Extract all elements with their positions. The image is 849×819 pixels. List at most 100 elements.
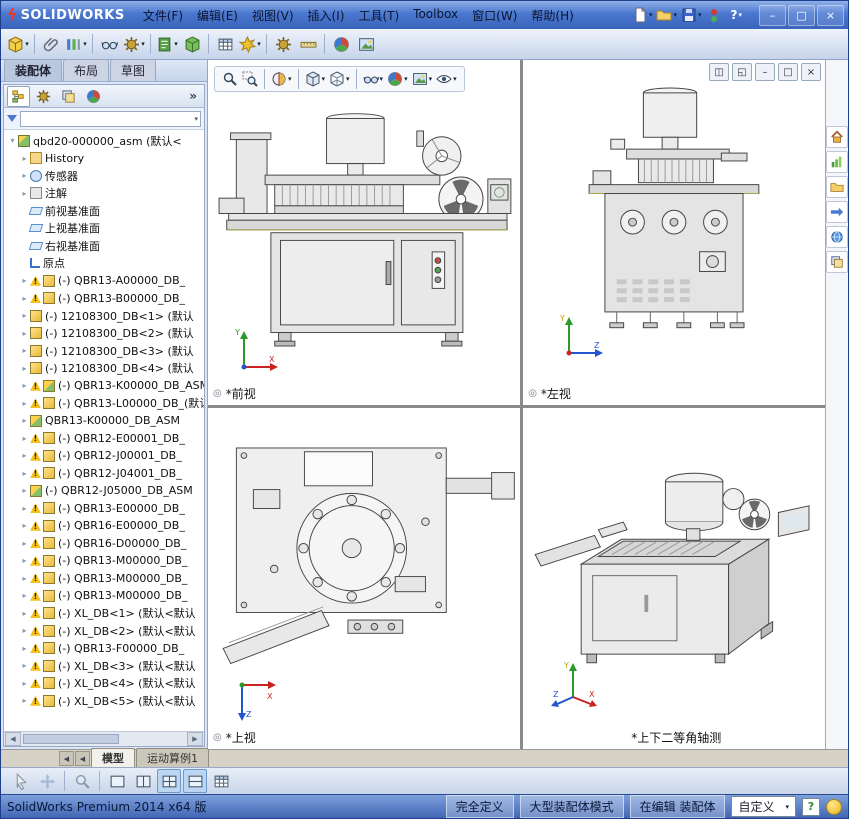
dropdown-caret-icon[interactable]: ▾ bbox=[649, 11, 653, 19]
dropdown-caret-icon[interactable]: ▾ bbox=[346, 75, 350, 83]
minimize-doc-button[interactable]: – bbox=[755, 63, 775, 81]
design-library-icon[interactable] bbox=[826, 151, 848, 173]
hide-show-items-icon[interactable]: ▾ bbox=[362, 70, 385, 88]
file-explorer-icon[interactable] bbox=[826, 176, 848, 198]
expand-arrow-icon[interactable]: ▸ bbox=[19, 154, 30, 163]
dropdown-caret-icon[interactable]: ▾ bbox=[25, 40, 29, 48]
featuremanager-tab-icon[interactable] bbox=[7, 86, 30, 107]
expand-arrow-icon[interactable]: ▸ bbox=[19, 696, 30, 705]
expand-arrow-icon[interactable]: ▸ bbox=[19, 451, 30, 460]
tree-item[interactable]: ▸(-) 12108300_DB<2> (默认 bbox=[4, 325, 204, 343]
custom-properties-icon[interactable] bbox=[826, 251, 848, 273]
configurationmanager-tab-icon[interactable] bbox=[57, 86, 80, 107]
dropdown-caret-icon[interactable]: ▾ bbox=[738, 11, 742, 19]
display-style-icon[interactable]: ▾ bbox=[328, 70, 351, 88]
tab-motion-study[interactable]: 运动算例1 bbox=[136, 748, 209, 767]
menu-window[interactable]: 窗口(W) bbox=[465, 4, 524, 27]
expand-arrow-icon[interactable]: ▸ bbox=[19, 556, 30, 565]
connection-status-icon[interactable] bbox=[704, 4, 724, 26]
tab-assembly[interactable]: 装配体 bbox=[4, 59, 62, 81]
dropdown-caret-icon[interactable]: ▾ bbox=[83, 40, 87, 48]
viewport-selector2-icon[interactable]: ◱ bbox=[732, 63, 752, 81]
expand-arrow-icon[interactable]: ▸ bbox=[19, 486, 30, 495]
link-viewports-icon[interactable] bbox=[183, 769, 207, 793]
expand-arrow-icon[interactable]: ▸ bbox=[19, 381, 30, 390]
expand-arrow-icon[interactable]: ▸ bbox=[19, 294, 30, 303]
expand-arrow-icon[interactable]: ▸ bbox=[19, 609, 30, 618]
tree-item[interactable]: ▸!(-) QBR13-A00000_DB_ bbox=[4, 272, 204, 290]
tree-item[interactable]: ▸传感器 bbox=[4, 167, 204, 185]
tree-item[interactable]: ▸!(-) QBR13-M00000_DB_ bbox=[4, 587, 204, 605]
tree-item[interactable]: ▸!(-) XL_DB<3> (默认<默认 bbox=[4, 657, 204, 675]
full-screen-icon[interactable] bbox=[209, 769, 233, 793]
tree-item[interactable]: ▸QBR13-K00000_DB_ASM bbox=[4, 412, 204, 430]
expand-arrow-icon[interactable]: ▸ bbox=[19, 189, 30, 198]
section-view-icon[interactable]: ▾ bbox=[270, 70, 293, 88]
exploded-view-icon[interactable]: ▾ bbox=[238, 32, 262, 56]
tree-item[interactable]: ▸!(-) QBR16-D00000_DB_ bbox=[4, 535, 204, 553]
tree-horizontal-scrollbar[interactable]: ◀ ▶ bbox=[4, 731, 204, 746]
zoom-fit-icon[interactable] bbox=[221, 70, 239, 88]
reference-geometry-icon[interactable]: ▾ bbox=[155, 32, 179, 56]
view-palette-icon[interactable] bbox=[826, 201, 848, 223]
menu-file[interactable]: 文件(F) bbox=[136, 4, 190, 27]
menu-help[interactable]: 帮助(H) bbox=[524, 4, 580, 27]
tree-item[interactable]: ▸!(-) QBR13-L00000_DB_(默认 bbox=[4, 395, 204, 413]
appearance-icon[interactable] bbox=[329, 32, 353, 56]
restore-button[interactable]: □ bbox=[788, 5, 815, 26]
four-viewport-icon[interactable] bbox=[157, 769, 181, 793]
tab-sketch[interactable]: 草图 bbox=[110, 59, 156, 81]
expand-arrow-icon[interactable]: ▸ bbox=[19, 679, 30, 688]
restore-doc-button[interactable]: □ bbox=[778, 63, 798, 81]
expand-arrow-icon[interactable]: ▾ bbox=[7, 136, 18, 145]
tree-item[interactable]: ▸!(-) XL_DB<4> (默认<默认 bbox=[4, 675, 204, 693]
tree-item[interactable]: ▸!(-) XL_DB<2> (默认<默认 bbox=[4, 622, 204, 640]
tab-scroll-icon[interactable]: ◀ bbox=[59, 751, 74, 766]
quick-tips-button[interactable]: ? bbox=[802, 798, 820, 816]
view-settings-icon[interactable]: ▾ bbox=[435, 70, 458, 88]
custom-dropdown[interactable]: 自定义▾ bbox=[731, 796, 796, 817]
assembly-features-icon[interactable]: ▾ bbox=[122, 32, 146, 56]
measure-icon[interactable] bbox=[296, 32, 320, 56]
tree-item[interactable]: ▸(-) QBR12-J05000_DB_ASM bbox=[4, 482, 204, 500]
expand-arrow-icon[interactable]: ▸ bbox=[19, 329, 30, 338]
tree-item[interactable]: ▸!(-) QBR12-J00001_DB_ bbox=[4, 447, 204, 465]
tree-item[interactable]: ▸(-) 12108300_DB<3> (默认 bbox=[4, 342, 204, 360]
viewport-top[interactable]: XZ ◎ *上视 bbox=[208, 408, 520, 750]
expand-arrow-icon[interactable]: ▸ bbox=[19, 399, 30, 408]
tree-item[interactable]: ▸!(-) QBR13-K00000_DB_ASM bbox=[4, 377, 204, 395]
scene-icon[interactable] bbox=[354, 32, 378, 56]
tree-item[interactable]: ▸(-) 12108300_DB<4> (默认 bbox=[4, 360, 204, 378]
dropdown-caret-icon[interactable]: ▾ bbox=[174, 40, 178, 48]
help-button[interactable]: ?▾ bbox=[725, 4, 748, 26]
viewport-front[interactable]: YX ◎ *前视 bbox=[208, 60, 520, 405]
tree-item[interactable]: ▸注解 bbox=[4, 185, 204, 203]
tree-item[interactable]: 右视基准面 bbox=[4, 237, 204, 255]
tree-item[interactable]: 原点 bbox=[4, 255, 204, 273]
scroll-left-icon[interactable]: ◀ bbox=[5, 732, 21, 746]
expand-arrow-icon[interactable]: ▸ bbox=[19, 469, 30, 478]
viewport-selector-icon[interactable]: ◫ bbox=[709, 63, 729, 81]
edit-appearance-icon[interactable]: ▾ bbox=[386, 70, 409, 88]
menu-edit[interactable]: 编辑(E) bbox=[190, 4, 245, 27]
zoom-area-icon[interactable] bbox=[241, 70, 259, 88]
menu-insert[interactable]: 插入(I) bbox=[301, 4, 352, 27]
dropdown-caret-icon[interactable]: ▾ bbox=[429, 75, 433, 83]
tab-layout[interactable]: 布局 bbox=[63, 59, 109, 81]
dropdown-caret-icon[interactable]: ▾ bbox=[322, 75, 326, 83]
dropdown-caret-icon[interactable]: ▾ bbox=[673, 11, 677, 19]
tree-item[interactable]: ▸!(-) QBR16-E00000_DB_ bbox=[4, 517, 204, 535]
expand-arrow-icon[interactable]: ▸ bbox=[19, 539, 30, 548]
dropdown-caret-icon[interactable]: ▾ bbox=[288, 75, 292, 83]
new-document-icon[interactable]: ▾ bbox=[630, 4, 655, 26]
propertymanager-tab-icon[interactable] bbox=[32, 86, 55, 107]
panel-overflow-button[interactable]: » bbox=[185, 89, 201, 103]
expand-arrow-icon[interactable]: ▸ bbox=[19, 364, 30, 373]
scroll-right-icon[interactable]: ▶ bbox=[187, 732, 203, 746]
tab-scroll-icon[interactable]: ◀ bbox=[75, 751, 90, 766]
viewport-left[interactable]: YZ ◎ *左视 bbox=[523, 60, 825, 405]
tree-item[interactable]: 前视基准面 bbox=[4, 202, 204, 220]
expand-arrow-icon[interactable]: ▸ bbox=[19, 416, 30, 425]
tree-item[interactable]: 上视基准面 bbox=[4, 220, 204, 238]
expand-arrow-icon[interactable]: ▸ bbox=[19, 434, 30, 443]
